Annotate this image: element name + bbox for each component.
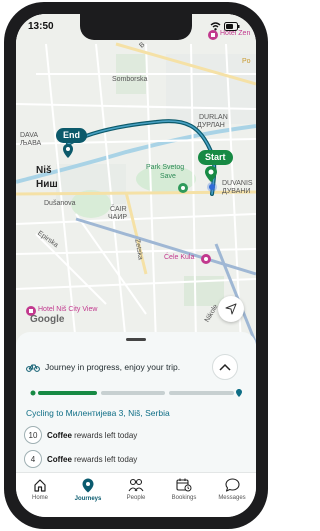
tab-home[interactable]: Home (16, 473, 64, 517)
end-pin-icon[interactable] (63, 144, 73, 158)
reward-text: Coffee rewards left today (47, 455, 137, 464)
start-pin-icon[interactable] (205, 166, 217, 182)
reward-item: Coffee (47, 454, 72, 464)
map-label-duvanis: DUVANIS (222, 180, 253, 187)
map-label-cair: ČAIR (110, 206, 127, 213)
map-label-dava: DAVA (20, 132, 39, 139)
people-icon (128, 478, 144, 492)
chevron-up-icon (219, 363, 231, 371)
progress-start-dot-icon (30, 390, 36, 396)
map-label-durlan: DURLAN (199, 114, 228, 121)
tab-messages-label: Messages (218, 495, 246, 501)
tab-people-label: People (126, 495, 146, 501)
battery-icon (224, 22, 240, 31)
progress-segment-filled (38, 391, 97, 395)
journey-progress-bar (30, 389, 242, 397)
google-logo: Google (30, 314, 65, 325)
navigation-arrow-icon (225, 303, 237, 315)
map-view[interactable]: Somborska DURLAN ДУРЛАН DUVANIS ДУВАНИ D… (16, 14, 256, 344)
landmark-poi-icon (201, 254, 211, 264)
map-label-dusanova: Dušanova (44, 200, 76, 207)
screen: Somborska DURLAN ДУРЛАН DUVANIS ДУВАНИ D… (16, 14, 256, 517)
progress-segment-remaining (169, 391, 234, 395)
progress-segment-remaining (101, 391, 165, 395)
destination-text: Cycling to Милентијева 3, Niš, Serbia (26, 408, 170, 418)
reward-row: 10 Coffee rewards left today (24, 426, 137, 444)
bicycle-icon (26, 364, 40, 372)
tab-people[interactable]: People (112, 473, 160, 517)
end-marker-label[interactable]: End (56, 128, 87, 143)
progress-destination-pin-icon (236, 389, 242, 397)
dynamic-island (80, 14, 192, 40)
home-icon (34, 479, 46, 492)
reward-suffix: rewards left today (74, 430, 138, 440)
sheet-drag-handle[interactable] (126, 338, 146, 341)
reward-item: Coffee (47, 430, 72, 440)
location-pin-icon (82, 478, 94, 493)
reward-row: 4 Coffee rewards left today (24, 450, 137, 468)
map-label-park: Park Svetog (146, 164, 185, 171)
reward-count-badge: 4 (24, 450, 42, 468)
tab-bookings[interactable]: Bookings (160, 473, 208, 517)
map-label-hotel-nis: Hotel Niš City View (38, 306, 98, 313)
map-label-park-save: Save (160, 173, 176, 180)
tab-messages[interactable]: Messages (208, 473, 256, 517)
map-label-nis: Niš (36, 165, 52, 176)
calendar-clock-icon (176, 478, 192, 492)
phone-mockup: Somborska DURLAN ДУРЛАН DUVANIS ДУВАНИ D… (0, 0, 272, 531)
map-label-po: Po (242, 58, 251, 65)
recenter-button[interactable] (218, 296, 244, 322)
map-label-dava-cyr: ЉАВА (20, 140, 42, 147)
map-label-somborska: Somborska (112, 76, 148, 83)
reward-suffix: rewards left today (74, 454, 138, 464)
map-label-duvanis-cyr: ДУВАНИ (222, 188, 251, 195)
map-label-durlan-cyr: ДУРЛАН (197, 122, 225, 129)
tab-home-label: Home (31, 495, 48, 501)
collapse-sheet-button[interactable] (212, 354, 238, 380)
chat-bubble-icon (224, 478, 240, 492)
reward-text: Coffee rewards left today (47, 431, 137, 440)
reward-count-badge: 10 (24, 426, 42, 444)
tab-journeys-label: Journeys (74, 496, 102, 502)
status-bar: 13:50 (16, 14, 256, 40)
bottom-tab-bar: Home Journeys People Bookings Messages (16, 472, 256, 517)
map-label-cele-kula: Ćele Kula (164, 254, 195, 261)
status-icons (210, 22, 240, 31)
wifi-icon (210, 22, 221, 31)
tab-bookings-label: Bookings (171, 495, 197, 501)
start-marker-label[interactable]: Start (198, 150, 233, 165)
map-label-nis-cyr: Ниш (36, 179, 58, 190)
journey-status-row: Journey in progress, enjoy your trip. (26, 362, 180, 372)
journey-status-text: Journey in progress, enjoy your trip. (45, 362, 181, 372)
map-label-cair-cyr: ЧАИР (108, 214, 128, 221)
tab-journeys[interactable]: Journeys (64, 473, 112, 517)
current-location-dot-icon (207, 182, 217, 192)
journey-sheet: Journey in progress, enjoy your trip. Cy… (16, 332, 256, 472)
status-time: 13:50 (28, 21, 54, 32)
park-poi-icon (178, 183, 188, 193)
